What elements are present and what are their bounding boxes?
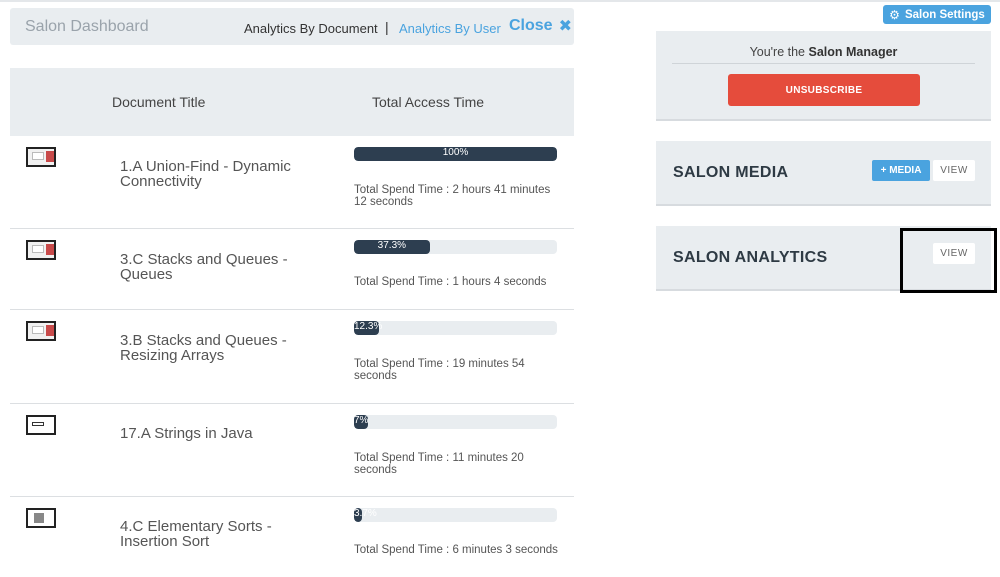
close-icon: ✖ — [558, 18, 572, 35]
manager-card: You're the Salon Manager UNSUBSCRIBE — [656, 31, 991, 119]
document-thumbnail[interactable] — [26, 240, 56, 260]
document-thumbnail[interactable] — [26, 415, 56, 435]
page-title: Salon Dashboard — [25, 18, 149, 35]
progress-label: 100% — [442, 147, 469, 158]
close-button[interactable]: Close ✖ — [509, 16, 572, 36]
divider — [672, 63, 975, 64]
unsubscribe-button[interactable]: UNSUBSCRIBE — [728, 74, 920, 106]
salon-analytics-title: SALON ANALYTICS — [673, 249, 828, 266]
document-thumbnail[interactable] — [26, 508, 56, 528]
manager-role-text: You're the Salon Manager — [656, 45, 991, 59]
highlight-box — [900, 228, 997, 293]
gear-icon: ⚙ — [889, 7, 900, 22]
spend-time: Total Spend Time : 1 hours 4 seconds — [354, 276, 547, 288]
spend-time: Total Spend Time : 6 minutes 3 seconds — [354, 544, 558, 556]
view-media-button[interactable]: VIEW — [933, 160, 975, 181]
dashboard-panel: Salon Dashboard Analytics By Document | … — [10, 8, 574, 574]
tab-separator: | — [385, 19, 389, 35]
table-header: Document Title Total Access Time — [10, 68, 574, 136]
progress-label: 7% — [354, 415, 369, 426]
spend-time: Total Spend Time : 2 hours 41 minutes 12… — [354, 184, 551, 208]
progress-label: 3.7% — [354, 508, 377, 519]
top-divider — [0, 0, 1000, 2]
manager-role: Salon Manager — [808, 45, 898, 59]
document-title[interactable]: 4.C Elementary Sorts - Insertion Sort — [120, 519, 310, 549]
access-progress-bar: 37.3% — [354, 240, 557, 254]
column-header-access-time: Total Access Time — [372, 94, 485, 110]
access-progress-bar: 100% — [354, 147, 557, 161]
document-title[interactable]: 17.A Strings in Java — [120, 426, 310, 441]
table-row[interactable]: 17.A Strings in Java 7% Total Spend Time… — [10, 404, 574, 497]
access-progress-bar: 7% — [354, 415, 557, 429]
salon-settings-label: Salon Settings — [904, 8, 985, 21]
close-label: Close — [509, 17, 553, 34]
table-row[interactable]: 3.C Stacks and Queues - Queues 37.3% Tot… — [10, 229, 574, 310]
table-row[interactable]: 4.C Elementary Sorts - Insertion Sort 3.… — [10, 497, 574, 577]
document-thumbnail[interactable] — [26, 321, 56, 341]
analytics-table: Document Title Total Access Time 1.A Uni… — [10, 68, 574, 577]
document-title[interactable]: 1.A Union-Find - Dynamic Connectivity — [120, 159, 310, 189]
access-progress-bar: 3.7% — [354, 508, 557, 522]
tab-analytics-by-user[interactable]: Analytics By User — [399, 21, 501, 36]
document-title[interactable]: 3.B Stacks and Queues - Resizing Arrays — [120, 333, 310, 363]
document-thumbnail[interactable] — [26, 147, 56, 167]
tab-analytics-by-document[interactable]: Analytics By Document — [244, 21, 378, 36]
salon-media-title: SALON MEDIA — [673, 164, 789, 181]
manager-prefix: You're the — [749, 45, 806, 59]
progress-label: 37.3% — [377, 240, 407, 251]
spend-time: Total Spend Time : 19 minutes 54 seconds — [354, 358, 525, 382]
card-divider — [656, 204, 991, 206]
card-divider — [656, 119, 991, 121]
table-row[interactable]: 1.A Union-Find - Dynamic Connectivity 10… — [10, 136, 574, 229]
progress-label: 12.3% — [354, 321, 383, 332]
salon-media-card: SALON MEDIA + MEDIA VIEW — [656, 141, 991, 204]
salon-settings-button[interactable]: ⚙ Salon Settings — [883, 5, 991, 24]
dashboard-header: Salon Dashboard Analytics By Document | … — [10, 8, 574, 45]
document-title[interactable]: 3.C Stacks and Queues - Queues — [120, 252, 310, 282]
column-header-title: Document Title — [112, 94, 206, 110]
spend-time: Total Spend Time : 11 minutes 20 seconds — [354, 452, 524, 476]
table-row[interactable]: 3.B Stacks and Queues - Resizing Arrays … — [10, 310, 574, 404]
access-progress-bar: 12.3% — [354, 321, 557, 335]
add-media-button[interactable]: + MEDIA — [872, 160, 930, 181]
